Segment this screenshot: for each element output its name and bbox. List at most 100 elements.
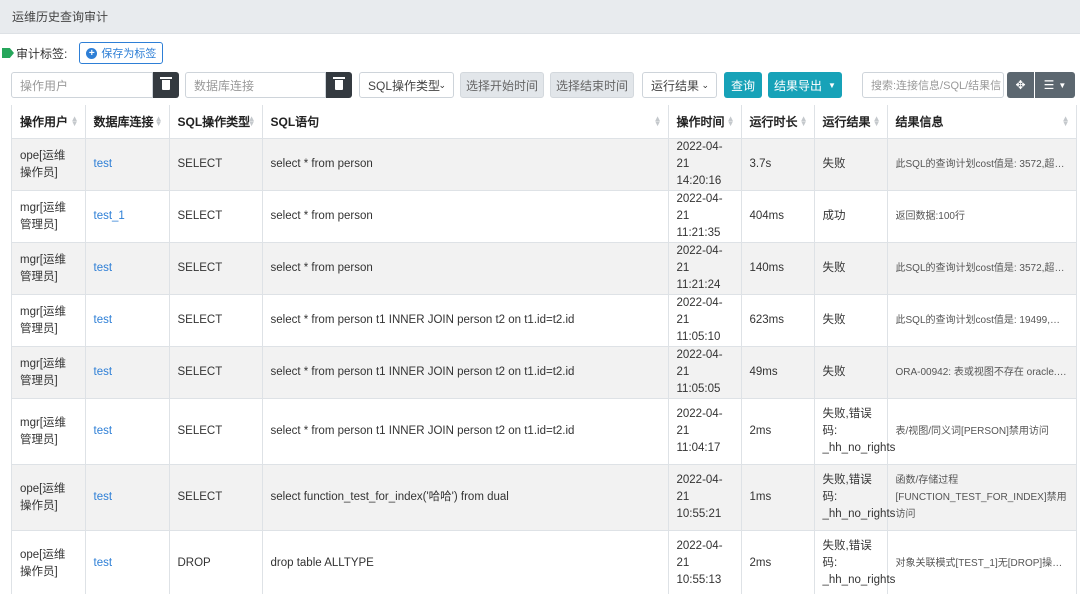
start-time-button[interactable]: 选择开始时间	[460, 72, 544, 98]
cell-duration: 623ms	[741, 294, 815, 347]
sort-icon: ▲ ▼	[247, 114, 256, 128]
chevron-down-icon: ⌄	[701, 80, 709, 90]
caret-down-icon: ▼	[1058, 80, 1067, 90]
chevron-down-icon: ⌄	[438, 80, 446, 90]
cell-db-link[interactable]: test	[85, 138, 170, 191]
result-select-value: 运行结果	[651, 78, 700, 93]
cell-sql-type: SELECT	[169, 346, 263, 399]
column-header-user[interactable]: 操作用户 ▲ ▼	[12, 105, 86, 139]
sort-icon: ▲ ▼	[799, 114, 808, 128]
cell-time: 2022-04-21 11:05:10	[668, 294, 742, 347]
cell-user: mgr[运维管理员]	[12, 190, 86, 243]
result-select[interactable]: 运行结果 ⌄	[642, 72, 717, 98]
cell-sql: select * from person	[262, 242, 669, 295]
cell-result: 失败,错误码: _hh_no_rights	[814, 464, 895, 531]
cell-info: 返回数据:100行	[887, 190, 1076, 243]
filter-toolbar: 操作用户 数据库连接 SQL操作类型 ⌄ 选择开始时间 选择结束时间 运行结果 …	[0, 72, 1080, 98]
sort-icon: ▲ ▼	[872, 114, 881, 128]
export-button[interactable]: 结果导出 ▼	[768, 72, 842, 98]
cell-info: 对象关联模式[TEST_1]无[DROP]操作权限	[887, 530, 1076, 594]
save-as-tag-button[interactable]: + 保存为标签	[79, 42, 164, 64]
column-header-sql-type[interactable]: SQL操作类型 ▲ ▼	[169, 105, 263, 139]
cell-user: ope[运维操作员]	[12, 530, 86, 594]
cell-time: 2022-04-21 11:21:24	[668, 242, 742, 295]
table-row[interactable]: ope[运维操作员] test SELECT select function_t…	[12, 464, 1076, 531]
end-time-label: 选择结束时间	[555, 78, 628, 93]
column-header-result[interactable]: 运行结果 ▲ ▼	[814, 105, 888, 139]
tag-bar: 审计标签: + 保存为标签	[0, 42, 164, 64]
table-row[interactable]: mgr[运维管理员] test SELECT select * from per…	[12, 294, 1076, 347]
column-header-duration[interactable]: 运行时长 ▲ ▼	[741, 105, 815, 139]
cell-info: 此SQL的查询计划cost值是: 3572,超出限...	[887, 242, 1076, 295]
cell-db-link[interactable]: test	[85, 464, 170, 531]
sort-icon: ▲ ▼	[154, 114, 163, 128]
cell-time: 2022-04-21 14:20:16	[668, 138, 742, 191]
column-header-db[interactable]: 数据库连接 ▲ ▼	[85, 105, 170, 139]
sql-type-value: SQL操作类型	[368, 78, 441, 93]
cell-user: mgr[运维管理员]	[12, 242, 86, 295]
sort-icon: ▲ ▼	[653, 114, 662, 128]
cell-duration: 2ms	[741, 398, 815, 465]
cell-sql: select * from person	[262, 138, 669, 191]
export-label: 结果导出	[774, 78, 823, 93]
cell-sql-type: SELECT	[169, 242, 263, 295]
sort-icon: ▲ ▼	[70, 114, 79, 128]
cell-duration: 1ms	[741, 464, 815, 531]
clear-db-button[interactable]	[326, 72, 352, 98]
tag-label: 审计标签:	[16, 46, 68, 61]
cell-duration: 49ms	[741, 346, 815, 399]
trash-icon	[333, 77, 345, 90]
audit-table: 操作用户 ▲ ▼ 数据库连接 ▲ ▼ SQL操作类型 ▲ ▼ SQL语句 ▲ ▼ 操作时间 ▲ ▼ …	[12, 105, 1076, 594]
cell-time: 2022-04-21 11:04:17	[668, 398, 742, 465]
cell-sql-type: SELECT	[169, 294, 263, 347]
cell-result: 失败	[814, 346, 888, 399]
db-connection-input[interactable]: 数据库连接	[185, 72, 326, 98]
table-row[interactable]: mgr[运维管理员] test SELECT select * from per…	[12, 398, 1076, 465]
query-button[interactable]: 查询	[724, 72, 762, 98]
table-row[interactable]: ope[运维操作员] test DROP drop table ALLTYPE …	[12, 530, 1076, 594]
save-as-tag-label: 保存为标签	[101, 48, 157, 60]
column-header-sql[interactable]: SQL语句 ▲ ▼	[262, 105, 669, 139]
cell-time: 2022-04-21 11:05:05	[668, 346, 742, 399]
cell-db-link[interactable]: test	[85, 346, 170, 399]
move-icon: ✥	[1015, 78, 1026, 92]
table-row[interactable]: mgr[运维管理员] test_1 SELECT select * from p…	[12, 190, 1076, 243]
user-input-placeholder: 操作用户	[20, 78, 69, 93]
cell-db-link[interactable]: test	[85, 242, 170, 295]
cell-db-link[interactable]: test	[85, 398, 170, 465]
table-row[interactable]: mgr[运维管理员] test SELECT select * from per…	[12, 346, 1076, 399]
audit-table-container: 操作用户 ▲ ▼ 数据库连接 ▲ ▼ SQL操作类型 ▲ ▼ SQL语句 ▲ ▼ 操作时间 ▲ ▼ …	[11, 105, 1077, 594]
column-toggle-button[interactable]: ☰ ▼	[1035, 72, 1075, 98]
cell-db-link[interactable]: test	[85, 530, 170, 594]
cell-duration: 3.7s	[741, 138, 815, 191]
table-row[interactable]: ope[运维操作员] test SELECT select * from per…	[12, 138, 1076, 191]
sql-type-select[interactable]: SQL操作类型 ⌄	[359, 72, 454, 98]
query-label: 查询	[730, 78, 755, 93]
cell-duration: 140ms	[741, 242, 815, 295]
cell-info: 此SQL的查询计划cost值是: 3572,超出限...	[887, 138, 1076, 191]
search-placeholder: 搜索:连接信息/SQL/结果信	[871, 80, 1002, 92]
move-columns-button[interactable]: ✥	[1007, 72, 1034, 98]
table-row[interactable]: mgr[运维管理员] test SELECT select * from per…	[12, 242, 1076, 295]
page-title-bar: 运维历史查询审计	[0, 0, 1080, 34]
cell-sql-type: SELECT	[169, 190, 263, 243]
column-header-info[interactable]: 结果信息 ▲ ▼	[887, 105, 1076, 139]
search-input[interactable]: 搜索:连接信息/SQL/结果信	[862, 72, 1004, 98]
end-time-button[interactable]: 选择结束时间	[550, 72, 634, 98]
clear-user-button[interactable]	[153, 72, 179, 98]
cell-sql-type: SELECT	[169, 464, 263, 531]
column-header-time[interactable]: 操作时间 ▲ ▼	[668, 105, 742, 139]
cell-db-link[interactable]: test_1	[85, 190, 170, 243]
table-header-row: 操作用户 ▲ ▼ 数据库连接 ▲ ▼ SQL操作类型 ▲ ▼ SQL语句 ▲ ▼ 操作时间 ▲ ▼ …	[12, 105, 1076, 139]
tag-icon	[2, 48, 14, 58]
cell-sql: select * from person t1 INNER JOIN perso…	[262, 398, 669, 465]
cell-result: 失败	[814, 294, 888, 347]
cell-user: mgr[运维管理员]	[12, 294, 86, 347]
page-title: 运维历史查询审计	[12, 10, 109, 24]
cell-result: 失败,错误码: _hh_no_rights	[814, 530, 895, 594]
list-icon: ☰	[1043, 78, 1055, 92]
cell-db-link[interactable]: test	[85, 294, 170, 347]
user-input[interactable]: 操作用户	[11, 72, 153, 98]
cell-user: mgr[运维管理员]	[12, 346, 86, 399]
plus-circle-icon: +	[86, 47, 98, 59]
